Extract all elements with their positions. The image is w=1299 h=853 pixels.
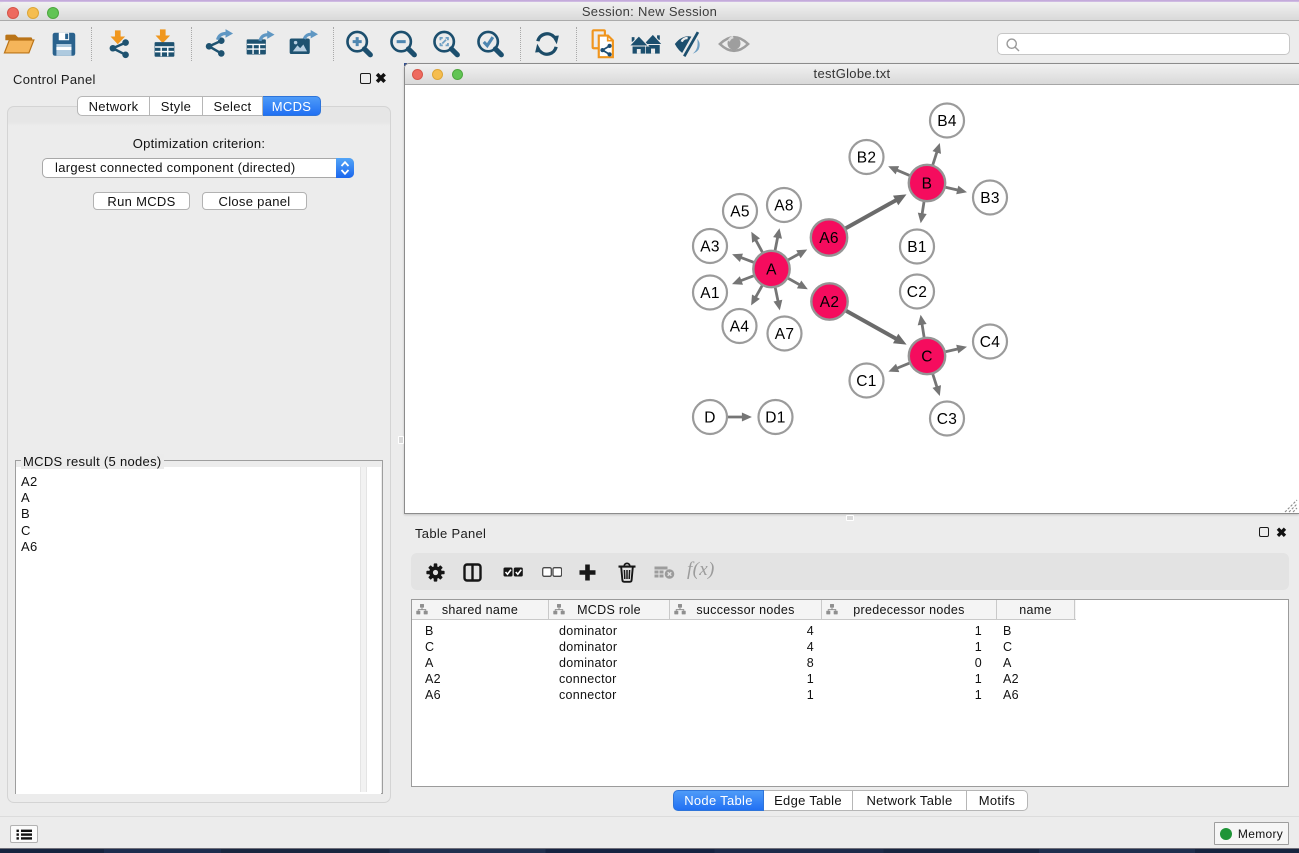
svg-text:B2: B2 [857, 149, 877, 166]
svg-text:C1: C1 [856, 373, 876, 390]
svg-text:C4: C4 [980, 334, 1000, 351]
svg-text:B1: B1 [907, 239, 927, 256]
svg-text:B: B [922, 175, 933, 192]
svg-text:A7: A7 [775, 326, 795, 343]
svg-text:B3: B3 [980, 190, 1000, 207]
svg-text:A5: A5 [730, 203, 750, 220]
svg-text:C3: C3 [937, 411, 957, 428]
svg-text:A8: A8 [774, 197, 794, 214]
svg-text:A1: A1 [700, 285, 720, 302]
svg-text:A2: A2 [820, 294, 840, 311]
svg-text:C: C [921, 348, 933, 365]
svg-text:C2: C2 [907, 284, 927, 301]
svg-text:D: D [704, 409, 716, 426]
svg-text:D1: D1 [765, 409, 785, 426]
svg-text:A4: A4 [730, 318, 750, 335]
svg-text:B4: B4 [937, 113, 957, 130]
svg-text:A: A [766, 261, 777, 278]
svg-text:A6: A6 [819, 230, 839, 247]
svg-text:A3: A3 [700, 238, 720, 255]
